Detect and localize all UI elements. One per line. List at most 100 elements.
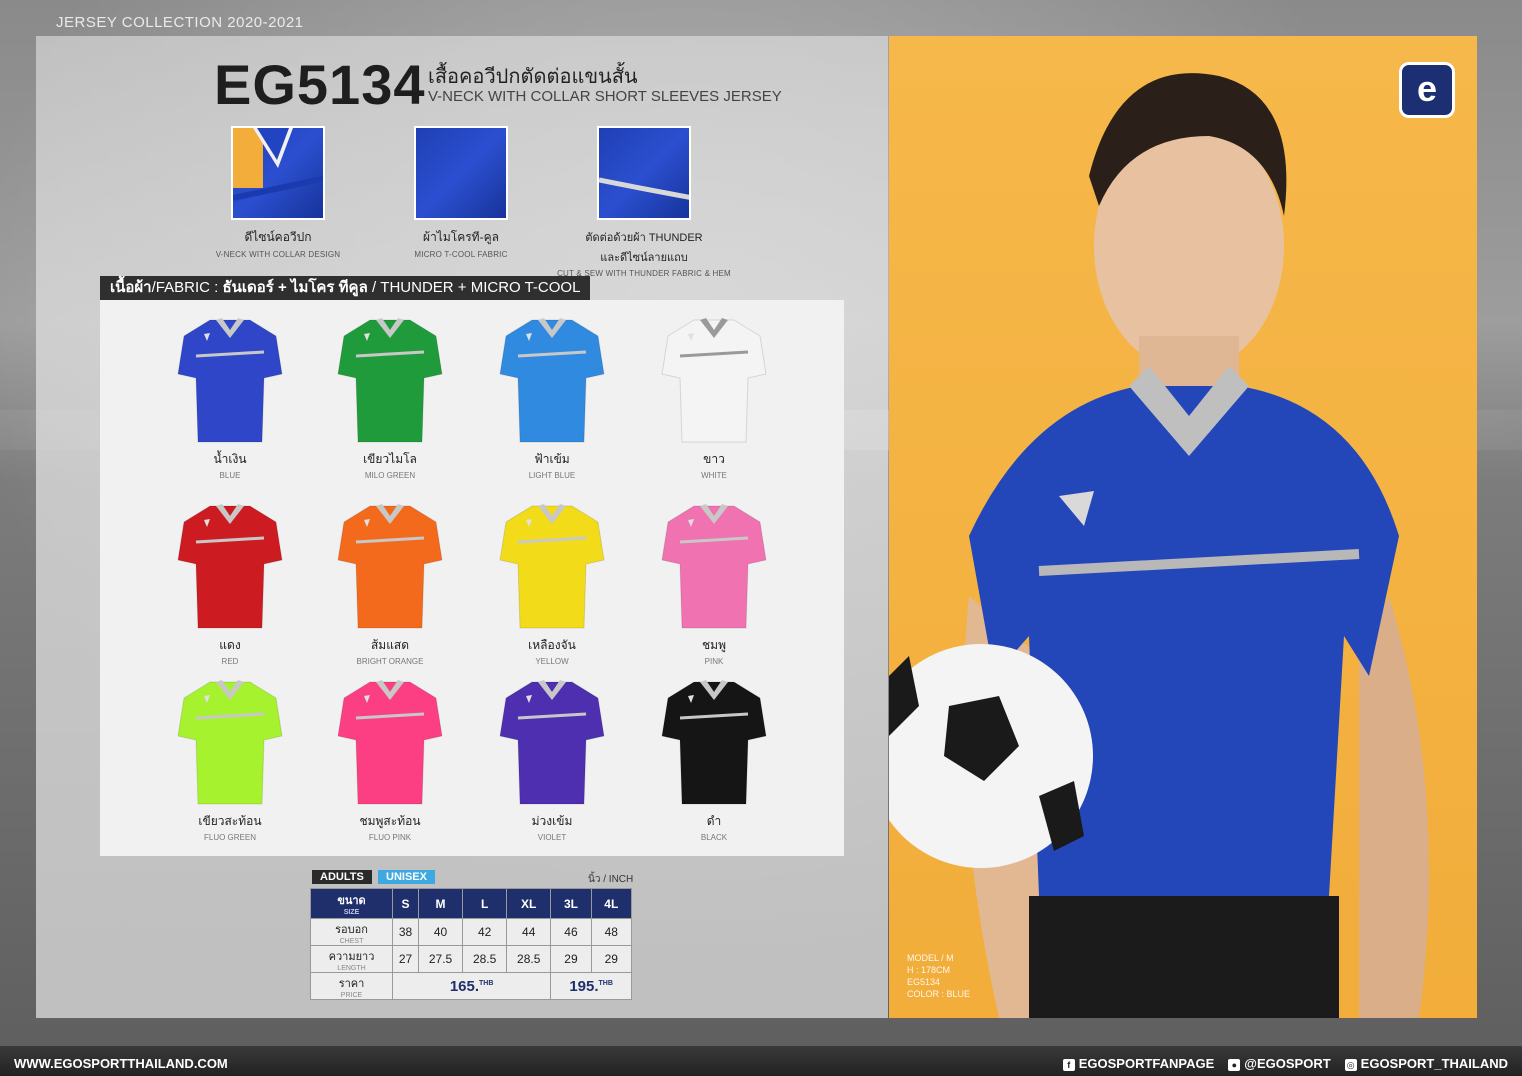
facebook-icon: f — [1062, 1059, 1075, 1071]
color-name-thai: ส้มแสด — [370, 638, 410, 652]
jersey-icon — [661, 318, 767, 443]
price-label-english: PRICE — [340, 991, 363, 999]
feature-fabric-english: MICRO T-COOL FABRIC — [414, 250, 508, 259]
footer: WWW.EGOSPORTTHAILAND.COM f EGOSPORTFANPAG… — [0, 1046, 1522, 1076]
color-item: เขียวสะท้อน FLUO GREEN — [160, 676, 300, 842]
size-l: L — [462, 888, 508, 919]
color-item: น้ำเงิน BLUE — [160, 314, 300, 480]
price-value-2: 195. — [569, 977, 599, 995]
color-name-english: BLACK — [700, 833, 728, 842]
fabric-label-thai: เนื้อผ้า — [110, 279, 152, 296]
color-name-english: RED — [221, 657, 239, 666]
color-item: เหลืองจัน YELLOW — [482, 500, 622, 666]
feature-hem-thai: ตัดต่อด้วยผ้า THUNDER — [585, 232, 703, 244]
model-info-line: COLOR : BLUE — [907, 989, 971, 999]
color-name-thai: ขาว — [703, 452, 725, 466]
jersey-icon — [499, 318, 605, 443]
unisex-badge: UNISEX — [378, 870, 435, 884]
chest-label: รอบอก CHEST — [310, 918, 393, 946]
table-cell: 28.5 — [506, 945, 552, 973]
chest-row: รอบอก CHEST 38 40 42 44 46 48 — [310, 918, 633, 946]
table-cell: 28.5 — [462, 945, 508, 973]
model-photo-panel: e MODEL / M H : 178CM EG5134 COLOR : BLU… — [889, 36, 1477, 1018]
feature-fabric-thai: ผ้าไมโครที-คูล — [423, 230, 499, 244]
size-header-row: ขนาด SIZE S M L XL 3L 4L — [310, 888, 633, 919]
jersey-icon — [499, 504, 605, 629]
length-label: ความยาว LENGTH — [310, 945, 393, 973]
model-photo — [889, 73, 1429, 1018]
instagram-label: EGOSPORT_THAILAND — [1360, 1056, 1508, 1071]
table-cell: 38 — [392, 918, 419, 946]
chest-label-thai: รอบอก — [335, 923, 368, 936]
social-links: f EGOSPORTFANPAGE ● @EGOSPORT ◎ EGOSPORT_TH… — [1062, 1056, 1508, 1071]
length-label-english: LENGTH — [337, 964, 366, 972]
adults-badge: ADULTS — [312, 870, 372, 884]
price-label-thai: ราคา — [338, 977, 365, 990]
facebook-link[interactable]: f EGOSPORTFANPAGE — [1062, 1056, 1215, 1071]
line-chat-icon: ● — [1228, 1059, 1241, 1071]
table-cell: 40 — [417, 918, 464, 946]
color-name-english: FLUO GREEN — [203, 833, 256, 842]
color-name-english: PINK — [704, 657, 724, 666]
color-name-thai: เขียวสะท้อน — [198, 814, 262, 828]
line-link[interactable]: ● @EGOSPORT — [1228, 1056, 1331, 1071]
jersey-icon — [337, 504, 443, 629]
jersey-icon — [661, 504, 767, 629]
color-item: เขียวไมโล MILO GREEN — [320, 314, 460, 480]
color-name-thai: เขียวไมโล — [363, 452, 417, 466]
price-label: ราคา PRICE — [310, 972, 393, 1000]
color-item: ขาว WHITE — [644, 314, 784, 480]
size-table: ขนาด SIZE S M L XL 3L 4L รอบอก CHEST 38 … — [310, 888, 633, 1000]
collar-detail-image — [231, 126, 325, 220]
table-cell: 48 — [590, 918, 633, 946]
color-item: ฟ้าเข้ม LIGHT BLUE — [482, 314, 622, 480]
color-name-thai: ชมพูสะท้อน — [359, 814, 421, 828]
hem-detail-image — [597, 126, 691, 220]
price-value-1: 165. — [449, 977, 480, 995]
color-item: แดง RED — [160, 500, 300, 666]
color-name-english: BLUE — [219, 471, 241, 480]
size-header-label: ขนาด SIZE — [310, 888, 393, 919]
feature-fabric: ผ้าไมโครที-คูล MICRO T-COOL FABRIC — [361, 126, 561, 259]
fabric-value-thai: ธันเดอร์ + ไมโคร ทีคูล — [222, 279, 368, 296]
jersey-icon — [177, 680, 283, 805]
facebook-label: EGOSPORTFANPAGE — [1078, 1056, 1215, 1071]
jersey-icon — [177, 504, 283, 629]
website-link[interactable]: WWW.EGOSPORTTHAILAND.COM — [14, 1056, 228, 1071]
color-name-thai: เหลืองจัน — [528, 638, 576, 652]
table-cell: 27.5 — [417, 945, 464, 973]
fabric-detail-image — [414, 126, 508, 220]
color-name-thai: แดง — [219, 638, 241, 652]
feature-hem-thai-line2: และดีไซน์ลายแถบ — [600, 252, 688, 264]
color-name-english: LIGHT BLUE — [528, 471, 576, 480]
unit-label: นิ้ว / INCH — [588, 874, 634, 885]
table-cell: 29 — [550, 945, 592, 973]
feature-collar-thai: ดีไซน์คอวีปก — [244, 230, 312, 244]
fabric-value-english: / THUNDER + MICRO T-COOL — [367, 279, 581, 296]
model-info-line: MODEL / M — [907, 953, 954, 963]
table-cell: 44 — [506, 918, 552, 946]
currency-2: THB — [598, 979, 613, 987]
fabric-bar: เนื้อผ้า/FABRIC : ธันเดอร์ + ไมโคร ทีคูล… — [100, 276, 591, 300]
color-name-english: WHITE — [701, 471, 727, 480]
model-info-line: H : 178CM — [907, 965, 951, 975]
color-name-english: YELLOW — [535, 657, 569, 666]
price-row: ราคา PRICE 165.THB 195.THB — [310, 972, 632, 1000]
brand-logo: e — [1399, 62, 1455, 118]
price-small-sizes: 165.THB — [391, 972, 552, 1000]
color-name-thai: ม่วงเข้ม — [531, 814, 573, 828]
currency-1: THB — [479, 979, 494, 987]
line-label: @EGOSPORT — [1244, 1056, 1331, 1071]
length-row: ความยาว LENGTH 27 27.5 28.5 28.5 29 29 — [310, 945, 633, 973]
color-item: ชมพูสะท้อน FLUO PINK — [320, 676, 460, 842]
color-name-thai: ดำ — [706, 814, 722, 828]
table-cell: 46 — [550, 918, 592, 946]
instagram-link[interactable]: ◎ EGOSPORT_THAILAND — [1344, 1056, 1508, 1071]
color-item: ดำ BLACK — [644, 676, 784, 842]
table-cell: 29 — [590, 945, 633, 973]
feature-collar: ดีไซน์คอวีปก V-NECK WITH COLLAR DESIGN — [178, 126, 378, 259]
color-name-thai: ฟ้าเข้ม — [534, 452, 570, 466]
color-name-english: VIOLET — [537, 833, 567, 842]
collection-label: JERSEY COLLECTION 2020-2021 — [56, 14, 304, 31]
feature-collar-english: V-NECK WITH COLLAR DESIGN — [215, 250, 341, 259]
